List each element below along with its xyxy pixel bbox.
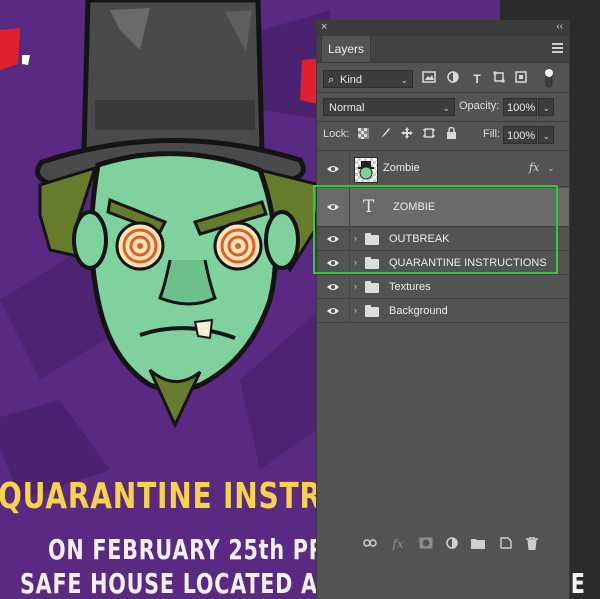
fill-label: Fill: <box>483 128 501 140</box>
visibility-toggle[interactable] <box>317 252 350 274</box>
layer-row-group-textures[interactable]: › Textures <box>317 276 569 299</box>
layer-row-text-zombie[interactable]: T ZOMBIE <box>317 188 569 227</box>
visibility-toggle[interactable] <box>317 276 350 298</box>
filter-pixel-icon[interactable] <box>421 71 437 87</box>
text-layer-icon: T <box>363 197 375 217</box>
tab-layers[interactable]: Layers <box>321 36 371 62</box>
layer-name: Background <box>389 305 448 317</box>
layer-thumbnail <box>354 157 378 183</box>
panel-menu-icon[interactable] <box>552 43 563 53</box>
blend-row: Normal ⌄ Opacity: 100% ⌄ <box>317 96 569 118</box>
layer-name: QUARANTINE INSTRUCTIONS <box>389 257 547 269</box>
chevron-right-icon[interactable]: › <box>354 233 357 243</box>
layer-name: Textures <box>389 281 431 293</box>
filter-toggle-switch[interactable] <box>541 68 557 88</box>
layer-name: Zombie <box>383 162 420 174</box>
add-layer-style-icon[interactable]: fx <box>391 537 405 551</box>
lock-image-pixels-icon[interactable] <box>377 127 393 143</box>
filter-type-icon[interactable]: T <box>469 71 485 87</box>
folder-icon <box>365 233 379 245</box>
layer-row-group-quarantine[interactable]: › QUARANTINE INSTRUCTIONS <box>317 252 569 275</box>
chevron-down-icon[interactable]: ⌄ <box>547 163 555 174</box>
eye-icon <box>327 166 339 172</box>
layer-row-smart-object[interactable]: Zombie fx ⌄ <box>317 151 569 187</box>
new-adjustment-layer-icon[interactable] <box>445 537 459 551</box>
eye-icon <box>327 204 339 210</box>
opacity-input[interactable]: 100% <box>503 98 537 116</box>
filter-adjustment-icon[interactable] <box>445 71 461 87</box>
lock-label: Lock: <box>323 128 350 140</box>
folder-icon <box>365 305 379 317</box>
fill-value: 100% <box>507 130 536 142</box>
layers-panel: × ‹‹ Layers ⌕ Kind ⌄ T Normal ⌄ Opacity:… <box>316 20 570 599</box>
chevron-down-icon: ⌄ <box>400 75 408 85</box>
panel-tab-bar: Layers <box>317 36 569 63</box>
blend-mode-select[interactable]: Normal ⌄ <box>323 98 455 116</box>
layer-row-group-background[interactable]: › Background <box>317 300 569 323</box>
visibility-toggle[interactable] <box>317 228 350 250</box>
layer-name: OUTBREAK <box>389 233 450 245</box>
filter-smart-object-icon[interactable] <box>513 71 529 87</box>
new-group-icon[interactable] <box>471 537 485 551</box>
search-icon: ⌕ <box>328 74 335 86</box>
collapse-icon[interactable]: ‹‹ <box>556 21 563 32</box>
blend-mode-value: Normal <box>329 102 365 114</box>
visibility-toggle[interactable] <box>317 300 350 322</box>
chevron-right-icon[interactable]: › <box>354 281 357 291</box>
lock-all-icon[interactable] <box>443 126 459 143</box>
folder-icon <box>365 257 379 269</box>
poster-headline: QUARANTINE INSTRUC <box>0 476 367 517</box>
lock-position-icon[interactable] <box>399 127 415 143</box>
delete-layer-icon[interactable] <box>525 536 539 551</box>
lock-artboard-icon[interactable] <box>421 127 437 143</box>
add-mask-icon[interactable] <box>419 537 433 551</box>
lock-row: Lock: Fill: 100% ⌄ <box>317 124 569 146</box>
chevron-down-icon: ⌄ <box>442 103 450 113</box>
layer-row-group-outbreak[interactable]: › OUTBREAK <box>317 228 569 251</box>
opacity-label: Opacity: <box>459 100 500 112</box>
opacity-dropdown-button[interactable]: ⌄ <box>538 98 554 116</box>
fill-input[interactable]: 100% <box>503 126 537 144</box>
new-layer-icon[interactable] <box>499 537 513 551</box>
close-icon[interactable]: × <box>321 21 327 33</box>
opacity-value: 100% <box>507 102 536 114</box>
visibility-toggle[interactable] <box>317 151 350 186</box>
fill-dropdown-button[interactable]: ⌄ <box>538 126 554 144</box>
folder-icon <box>365 281 379 293</box>
eye-icon <box>327 308 339 314</box>
filter-row: ⌕ Kind ⌄ T <box>317 68 569 90</box>
visibility-toggle[interactable] <box>317 188 350 226</box>
filter-kind-select[interactable]: ⌕ Kind ⌄ <box>323 70 413 88</box>
divider <box>317 121 569 122</box>
chevron-down-icon: ⌄ <box>542 131 550 141</box>
panel-title-bar[interactable]: × ‹‹ <box>317 20 569 36</box>
filter-shape-icon[interactable] <box>491 71 507 87</box>
eye-icon <box>327 260 339 266</box>
divider <box>317 92 569 93</box>
filter-kind-label: Kind <box>340 74 363 86</box>
eye-icon <box>327 236 339 242</box>
layer-name: ZOMBIE <box>393 201 436 213</box>
chevron-right-icon[interactable]: › <box>354 257 357 267</box>
panel-bottom-toolbar: fx <box>317 533 569 555</box>
link-layers-icon[interactable] <box>363 537 377 551</box>
chevron-right-icon[interactable]: › <box>354 305 357 315</box>
fx-icon[interactable]: fx <box>529 161 539 174</box>
lock-transparent-pixels-icon[interactable] <box>355 127 371 143</box>
eye-icon <box>327 284 339 290</box>
chevron-down-icon: ⌄ <box>542 103 550 113</box>
